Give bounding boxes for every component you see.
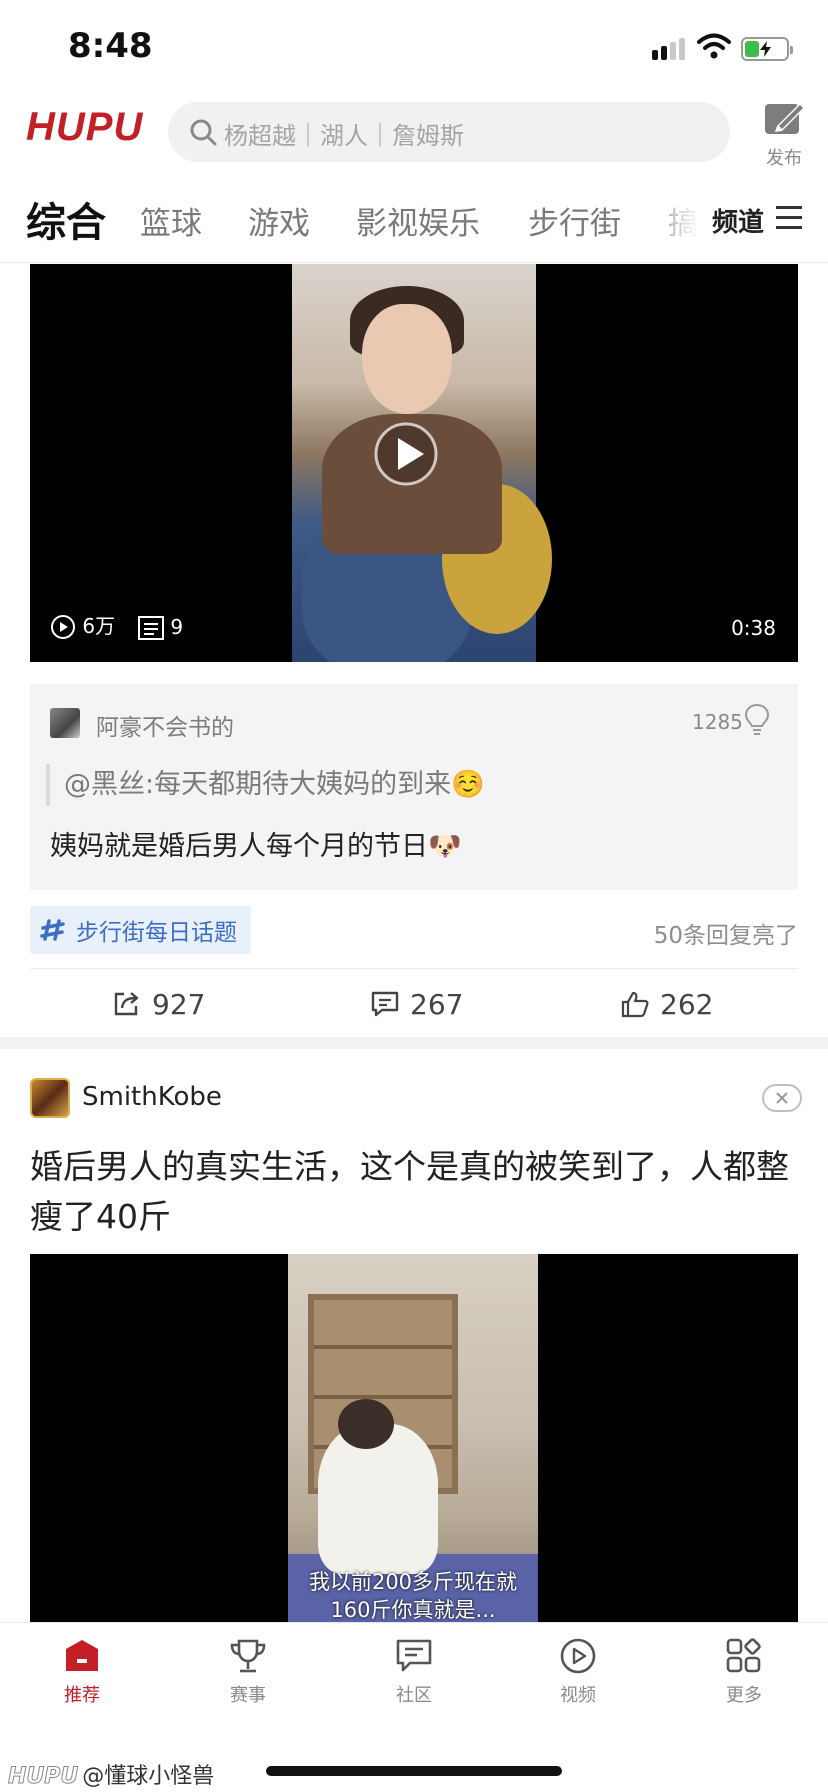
channel-menu-button[interactable]: 频道: [700, 186, 828, 256]
commenter-avatar[interactable]: [50, 708, 80, 738]
cellular-signal-icon: [652, 36, 692, 60]
like-button[interactable]: 262: [620, 982, 713, 1026]
lit-replies-count[interactable]: 50条回复亮了: [0, 916, 798, 950]
video-duration: 0:38: [731, 616, 776, 640]
bottom-navigation: 推荐 赛事 社区 视频 更多: [0, 1622, 828, 1740]
play-icon[interactable]: [366, 414, 446, 494]
tab-general[interactable]: 综合: [26, 190, 106, 248]
grid-icon: [726, 1638, 761, 1673]
dismiss-button[interactable]: [762, 1084, 802, 1112]
battery-icon: [741, 37, 793, 61]
divider: [30, 968, 798, 969]
video-plays: 6万: [50, 610, 115, 641]
nav-recommend[interactable]: 推荐: [22, 1637, 142, 1707]
top-comment[interactable]: 阿豪不会书的 1285 @黑丝:每天都期待大姨妈的到来☺️ 姨妈就是婚后男人每个…: [30, 684, 798, 890]
tab-pedestrian-street[interactable]: 步行街: [528, 198, 621, 243]
home-icon: [66, 1640, 98, 1671]
lightbulb-icon[interactable]: [742, 702, 772, 738]
comment-count: 9: [170, 614, 184, 639]
video-player[interactable]: 6万 9 0:38: [30, 264, 798, 662]
video-subtitle: 我以前200多斤现在就 160斤你真就是...: [308, 1570, 518, 1622]
share-count: 927: [152, 987, 206, 1021]
home-indicator[interactable]: [266, 1766, 562, 1776]
nav-video[interactable]: 视频: [518, 1637, 638, 1707]
nav-more[interactable]: 更多: [684, 1637, 804, 1707]
video-player[interactable]: 我以前200多斤现在就 160斤你真就是...: [30, 1254, 798, 1624]
tabs-fade: [640, 186, 700, 256]
nav-events[interactable]: 赛事: [188, 1637, 308, 1707]
watermark: HUPU @懂球小怪兽: [7, 1758, 215, 1790]
quoted-comment: @黑丝:每天都期待大姨妈的到来☺️: [46, 764, 485, 806]
video-icon: [560, 1638, 596, 1674]
danmaku-icon: [138, 616, 164, 640]
comment-text: 姨妈就是婚后男人每个月的节日🐶: [50, 831, 462, 862]
comment-count: 267: [410, 987, 464, 1021]
chat-icon: [396, 1639, 432, 1672]
search-icon: [190, 119, 217, 146]
share-button[interactable]: 927: [112, 982, 205, 1026]
status-time: 8:48: [68, 26, 153, 66]
commenter-name[interactable]: 阿豪不会书的: [96, 708, 234, 742]
publish-label[interactable]: 发布: [766, 144, 802, 170]
search-placeholder: 杨超越｜湖人｜詹姆斯: [224, 122, 464, 150]
play-count: 6万: [82, 613, 116, 638]
watermark-logo: HUPU: [7, 1764, 79, 1790]
menu-icon: [776, 206, 802, 230]
tab-games[interactable]: 游戏: [248, 198, 310, 243]
channel-tabs: 综合 篮球 游戏 影视娱乐 步行街 搞 频道: [0, 186, 828, 264]
comment-icon: [371, 991, 399, 1017]
search-bar[interactable]: 杨超越｜湖人｜詹姆斯: [168, 102, 730, 162]
author-name[interactable]: SmithKobe: [82, 1082, 222, 1112]
like-count: 262: [660, 987, 714, 1021]
tab-basketball[interactable]: 篮球: [140, 198, 202, 243]
channel-label: 频道: [712, 208, 765, 238]
share-icon: [114, 992, 139, 1016]
hupu-logo[interactable]: HUPU: [26, 105, 143, 150]
watermark-text: @懂球小怪兽: [82, 1764, 215, 1789]
section-separator: [0, 1037, 828, 1049]
video-comments: 9: [138, 614, 184, 640]
comment-button[interactable]: 267: [370, 982, 463, 1026]
tab-entertainment[interactable]: 影视娱乐: [356, 198, 480, 243]
publish-icon[interactable]: [763, 100, 807, 140]
nav-community[interactable]: 社区: [354, 1637, 474, 1707]
comment-light-count: 1285: [692, 710, 743, 734]
close-icon: [776, 1092, 788, 1104]
play-count-icon: [51, 615, 75, 639]
wifi-icon: [697, 32, 731, 60]
post-title[interactable]: 婚后男人的真实生活，这个是真的被笑到了，人都整瘦了40斤: [30, 1142, 800, 1242]
trophy-icon: [230, 1639, 266, 1673]
divider: [0, 262, 828, 263]
author-avatar[interactable]: [30, 1078, 70, 1118]
thumbs-up-icon: [621, 991, 649, 1018]
